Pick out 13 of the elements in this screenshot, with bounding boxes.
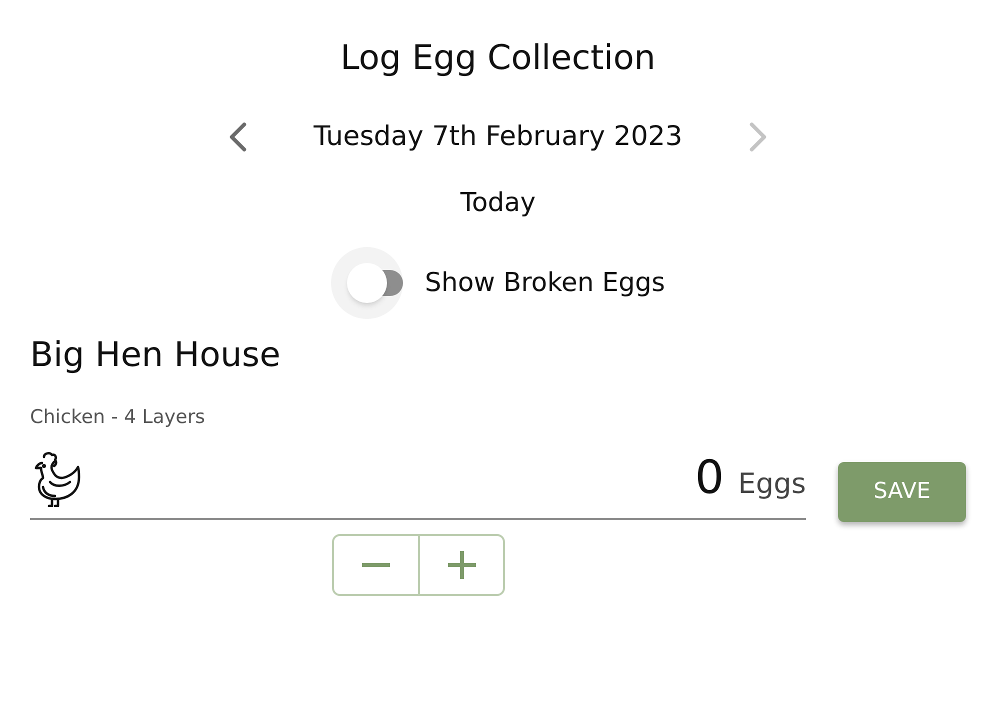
minus-icon bbox=[362, 562, 390, 566]
house-subtitle: Chicken - 4 Layers bbox=[30, 405, 206, 430]
selected-date: Tuesday 7th February 2023 bbox=[312, 120, 684, 154]
house-name: Big Hen House bbox=[30, 334, 282, 377]
increment-button[interactable] bbox=[419, 534, 505, 596]
day-label: Today bbox=[460, 187, 536, 220]
toggle-label: Show Broken Eggs bbox=[424, 266, 666, 300]
egg-count: 0 bbox=[694, 449, 724, 506]
egg-count-field[interactable]: 0 Eggs bbox=[30, 440, 806, 520]
page-title: Log Egg Collection bbox=[340, 37, 656, 80]
decrement-button[interactable] bbox=[332, 534, 419, 596]
plus-icon bbox=[448, 550, 476, 578]
egg-unit: Eggs bbox=[738, 466, 806, 502]
